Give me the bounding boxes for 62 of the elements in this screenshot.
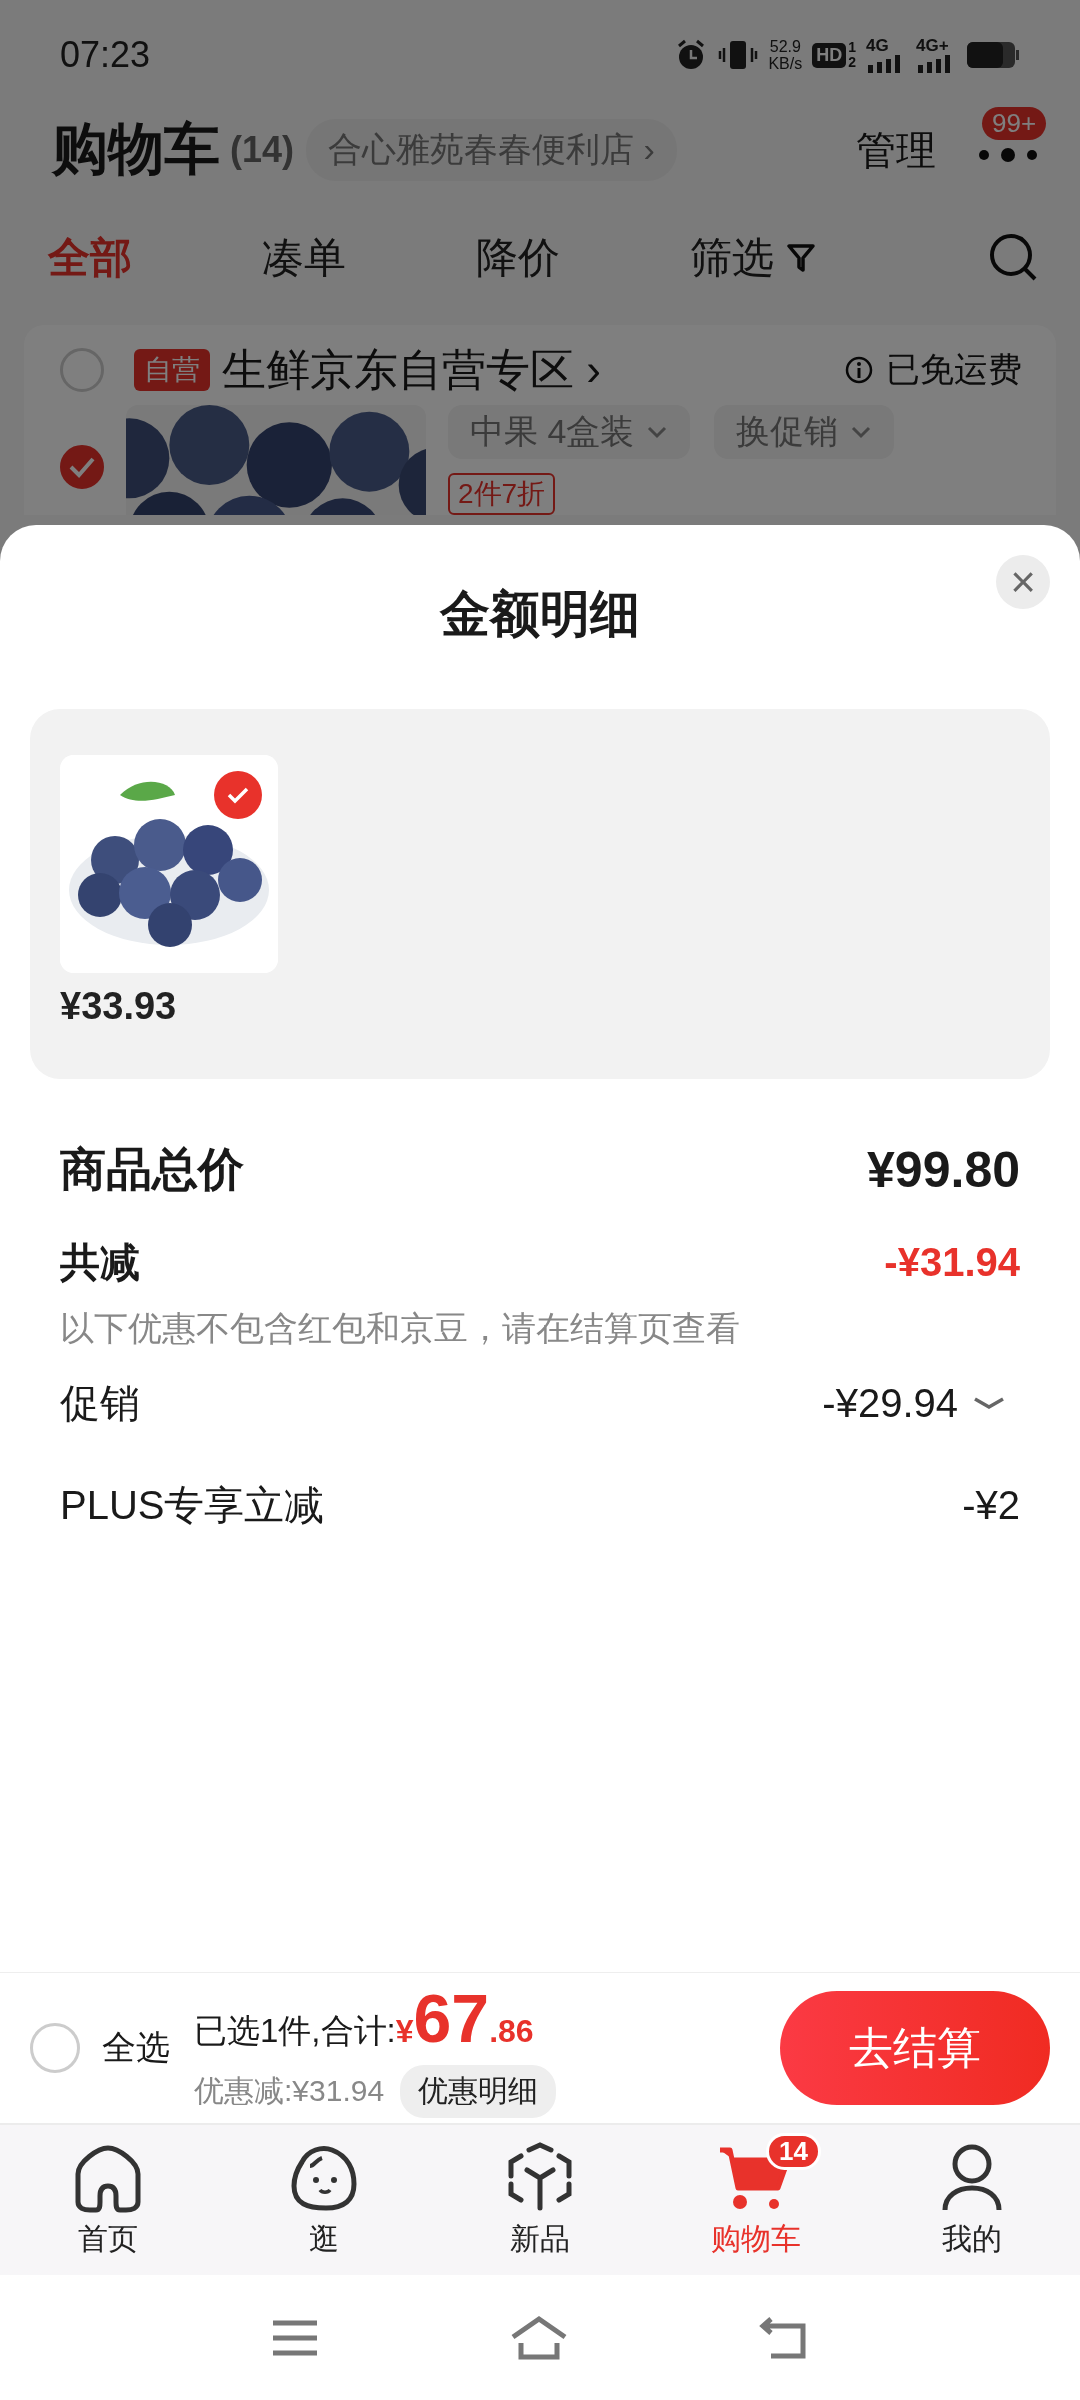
row-amount: -¥31.94 xyxy=(884,1240,1020,1285)
caret-icon xyxy=(850,425,873,439)
discount-detail-button[interactable]: 优惠明细 xyxy=(400,2064,557,2118)
more-icon[interactable] xyxy=(976,147,1040,163)
row-label: 共减 xyxy=(60,1239,140,1286)
check-icon xyxy=(226,786,250,804)
nav-tab[interactable]: 新品 xyxy=(432,2125,648,2275)
nav-tab[interactable]: 14 购物车 xyxy=(648,2125,864,2275)
shop-checkbox[interactable] xyxy=(60,348,104,392)
caret-icon xyxy=(646,425,669,439)
status-time: 07:23 xyxy=(60,34,151,76)
notification-badge: 99+ xyxy=(982,107,1047,140)
row-label: PLUS专享立减 xyxy=(60,1481,325,1529)
cart-badge: 14 xyxy=(766,2132,821,2170)
chevron-icon[interactable] xyxy=(972,1395,1006,1411)
filter-tab[interactable]: 筛选 xyxy=(690,229,816,286)
shop-name[interactable]: 生鲜京东自营专区 › xyxy=(222,340,601,400)
checkout-button[interactable]: 去结算 xyxy=(780,1991,1050,2105)
check-icon xyxy=(68,456,96,478)
select-all-label[interactable]: 全选 xyxy=(102,2025,170,2071)
sim-number: 1 xyxy=(848,40,856,55)
row-label: 商品总价 xyxy=(60,1142,244,1197)
speed-unit: KB/s xyxy=(768,55,803,72)
cart-count: (14) xyxy=(230,129,295,171)
discount-note: 以下优惠不包含红包和京豆，请在结算页查看 xyxy=(60,1308,741,1349)
store-chip[interactable]: 合心雅苑春春便利店 › xyxy=(306,119,677,181)
page-title: 购物车 xyxy=(52,116,220,182)
info-icon[interactable] xyxy=(844,355,874,385)
select-all-checkbox[interactable] xyxy=(30,2023,80,2073)
vibrate-icon xyxy=(718,38,759,72)
back-icon[interactable] xyxy=(759,2315,809,2360)
filter-tab[interactable]: 全部 xyxy=(48,229,132,286)
selected-summary: 已选1件,合计: xyxy=(194,2010,396,2051)
nav-tab[interactable]: 首页 xyxy=(0,2125,216,2275)
spec-dropdown[interactable]: 中果 4盒装 xyxy=(448,405,691,459)
hd-badge: HD xyxy=(812,42,847,68)
shipping-note: 已免运费 xyxy=(886,349,1022,390)
network-type: 4G+ xyxy=(916,37,949,55)
row-amount: -¥2 xyxy=(962,1482,1020,1528)
manage-button[interactable]: 管理 xyxy=(856,122,936,178)
item-checkbox[interactable] xyxy=(60,445,104,489)
saving-amount: 优惠减:¥31.94 xyxy=(194,2072,385,2109)
total-price: ¥67.86 xyxy=(395,1978,534,2057)
nav-tab[interactable]: 逛 xyxy=(216,2125,432,2275)
item-price: ¥33.93 xyxy=(60,985,178,1028)
promo-dropdown[interactable]: 换促销 xyxy=(714,405,895,459)
close-button[interactable]: × xyxy=(996,555,1050,609)
row-label: 促销 xyxy=(60,1379,140,1427)
battery-icon xyxy=(966,41,1020,69)
network-speed: 52.9 xyxy=(769,38,801,55)
nav-tab[interactable]: 我的 xyxy=(864,2125,1080,2275)
sim-number: 2 xyxy=(848,55,856,70)
filter-tab[interactable]: 凑单 xyxy=(262,229,346,286)
filter-icon xyxy=(786,241,816,274)
promo-tag: 2件7折 xyxy=(448,473,556,515)
network-type: 4G xyxy=(866,37,889,55)
row-amount: -¥29.94 xyxy=(822,1380,958,1426)
sheet-title: 金额明细 xyxy=(440,585,640,644)
home-icon[interactable] xyxy=(509,2314,569,2361)
row-amount: ¥99.80 xyxy=(867,1141,1020,1199)
self-operated-tag: 自营 xyxy=(134,349,210,391)
filter-tab[interactable]: 降价 xyxy=(476,229,560,286)
